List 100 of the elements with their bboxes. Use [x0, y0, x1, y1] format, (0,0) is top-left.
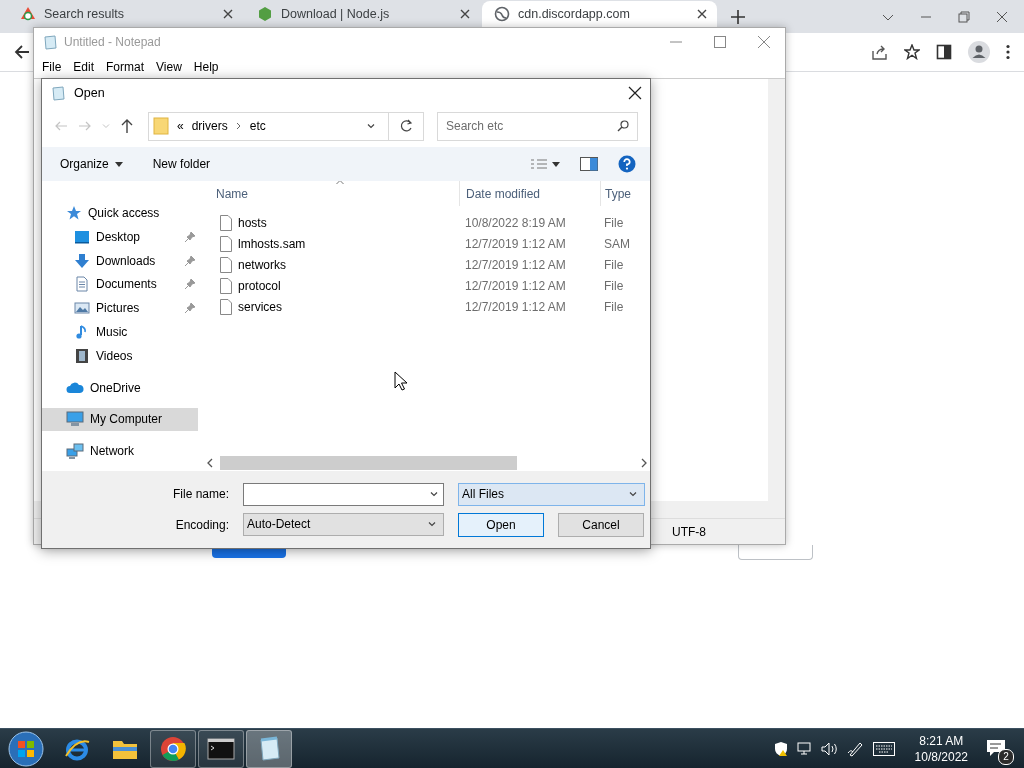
nav-item[interactable]: Music [42, 320, 198, 344]
clock[interactable]: 8:21 AM 10/8/2022 [914, 732, 968, 765]
field-label: Encoding: [174, 517, 229, 532]
globe-icon [494, 6, 510, 22]
browser-tab[interactable]: Download | Node.js [245, 1, 480, 27]
profile-icon[interactable] [968, 41, 990, 63]
nav-item[interactable]: Network [42, 439, 198, 464]
start-orb-icon[interactable] [8, 730, 44, 767]
computer-icon [66, 411, 84, 428]
nav-item[interactable]: Downloads [42, 248, 198, 273]
pen-icon[interactable] [846, 740, 865, 757]
open-button[interactable]: Open [458, 512, 544, 537]
shield-icon[interactable] [772, 740, 789, 757]
date-cell: 12/7/2019 1:12 AM [465, 257, 566, 272]
help-icon[interactable] [618, 155, 636, 173]
refresh-icon[interactable] [399, 119, 413, 133]
nav-item[interactable]: Videos [42, 343, 198, 368]
menu-item[interactable]: Edit [67, 60, 101, 74]
scroll-left-icon[interactable] [206, 458, 214, 468]
type-cell: File [604, 215, 624, 230]
up-arrow-icon[interactable] [120, 118, 134, 134]
maximize-icon[interactable] [713, 35, 727, 49]
hexagon-icon [257, 6, 273, 22]
network-icon[interactable] [796, 740, 813, 757]
browser-tab[interactable]: cdn.discordapp.com [482, 1, 717, 27]
star-icon[interactable] [904, 44, 920, 60]
cancel-button[interactable]: Cancel [558, 512, 644, 537]
column-header[interactable]: Name [216, 186, 248, 201]
dropdown-caret-icon [427, 519, 437, 529]
nav-item[interactable]: Desktop [42, 224, 198, 249]
type-cell: File [604, 278, 624, 293]
dropdown-caret-icon [429, 489, 439, 499]
file-name[interactable]: protocol [238, 278, 281, 293]
nav-item[interactable]: OneDrive [42, 375, 198, 400]
address-bar[interactable]: « drivers etc [148, 111, 424, 141]
column-header[interactable]: Type [605, 186, 631, 201]
nav-item[interactable]: My Computer [42, 407, 198, 432]
encoding-dropdown[interactable]: Auto-Detect [243, 512, 444, 536]
encoding-status: UTF-8 [672, 524, 706, 539]
file-icon [220, 214, 232, 231]
nav-item[interactable]: Quick access [42, 201, 198, 225]
file-name[interactable]: services [238, 299, 282, 314]
menu-item[interactable]: Help [187, 60, 225, 74]
file-type-dropdown[interactable]: All Files [458, 482, 645, 506]
nav-item[interactable]: Documents [42, 272, 198, 297]
search-field[interactable]: Search etc [437, 111, 638, 141]
speaker-icon[interactable] [820, 740, 839, 757]
preview-pane-icon[interactable] [580, 157, 598, 171]
file-icon [220, 298, 232, 315]
share-icon[interactable] [872, 44, 888, 60]
field-label: File name: [171, 487, 229, 501]
organize-button[interactable]: Organize [60, 155, 123, 173]
menu-item[interactable]: View [150, 60, 188, 74]
pin-icon [184, 230, 196, 243]
file-name-field[interactable] [243, 482, 444, 506]
keyboard-icon[interactable] [872, 741, 895, 756]
menu-icon[interactable] [1006, 44, 1010, 60]
close-icon[interactable] [628, 86, 642, 100]
nav-item[interactable]: Pictures [42, 296, 198, 321]
scroll-right-icon[interactable] [640, 458, 648, 468]
close-icon[interactable] [460, 9, 470, 19]
window-title: Untitled - Notepad [64, 35, 161, 49]
pictures-icon [74, 300, 90, 317]
menu-item[interactable]: Format [100, 60, 151, 74]
file-icon [220, 277, 232, 294]
back-arrow-icon[interactable] [14, 44, 30, 60]
column-header[interactable]: Date modified [466, 186, 541, 201]
desktop-icon [74, 228, 90, 245]
close-icon[interactable] [223, 9, 233, 19]
taskbar-button[interactable] [246, 729, 292, 768]
taskbar-button[interactable] [150, 729, 196, 768]
file-name[interactable]: networks [238, 257, 287, 272]
console-icon [207, 737, 235, 760]
date-cell: 12/7/2019 1:12 AM [465, 236, 566, 251]
notification-count: 2 [998, 748, 1014, 765]
date-cell: 12/7/2019 1:12 AM [465, 299, 566, 314]
taskbar-button[interactable] [198, 729, 244, 768]
new-folder-button[interactable]: New folder [152, 155, 211, 173]
scrollbar-thumb[interactable] [220, 456, 517, 470]
browser-tab[interactable]: Search results [8, 1, 243, 27]
caret-icon [114, 161, 123, 167]
dropdown-caret-icon [366, 121, 376, 131]
star-icon [66, 204, 82, 221]
side-panel-icon[interactable] [936, 44, 952, 60]
menu-item[interactable]: File [36, 60, 68, 74]
circle-logo-icon [160, 735, 186, 762]
view-options-icon[interactable] [530, 158, 560, 170]
cloud-icon [66, 380, 84, 395]
dialog-title: Open [74, 86, 105, 100]
file-icon [220, 256, 232, 273]
scrollbar[interactable] [768, 79, 785, 501]
close-icon[interactable] [697, 9, 707, 19]
file-name[interactable]: lmhosts.sam [238, 236, 306, 251]
folder-icon [153, 117, 169, 135]
file-name[interactable]: hosts [238, 215, 267, 230]
new-tab-icon[interactable] [731, 9, 745, 24]
type-cell: SAM [604, 236, 630, 251]
notepad-icon [50, 85, 66, 101]
chevron-icon [235, 122, 242, 130]
restore-icon[interactable] [958, 10, 970, 23]
